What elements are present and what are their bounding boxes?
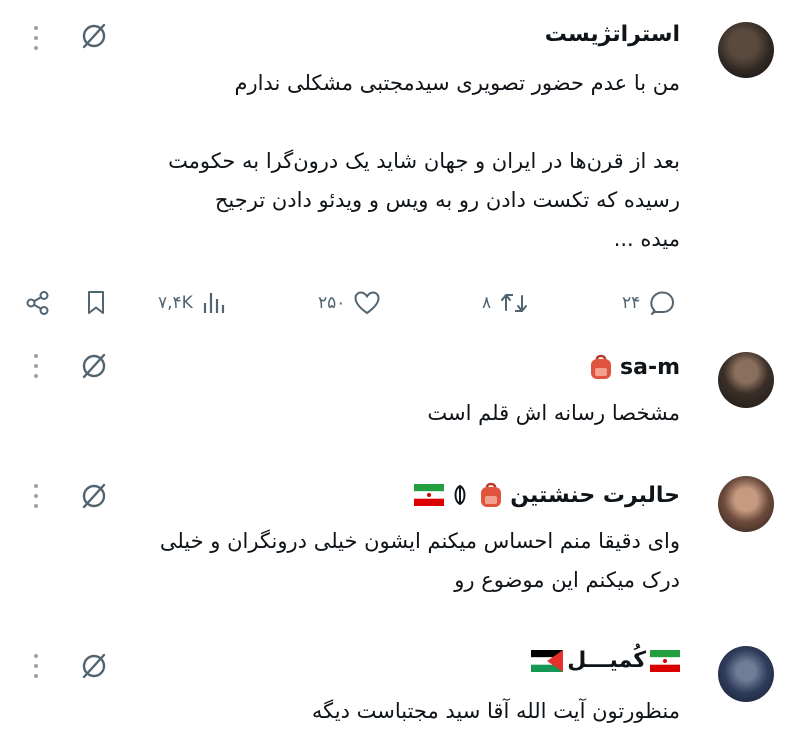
- grok-icon[interactable]: [78, 350, 110, 382]
- reply-button[interactable]: ۲۴: [622, 283, 676, 323]
- post-4[interactable]: کُمیـــل منظورتون آیت الله آقا سید مجتبا…: [0, 630, 800, 752]
- views-icon: [203, 293, 224, 313]
- text-line: رسیده که تکست دادن رو به ویس و ویدئو داد…: [214, 188, 680, 212]
- heart-icon: [354, 291, 380, 315]
- author-name[interactable]: استراتژیست: [545, 22, 680, 47]
- avatar[interactable]: [718, 646, 774, 702]
- views-button[interactable]: ۷,۴K: [158, 283, 227, 323]
- post-text: منظورتون آیت الله آقا سید مجتباست دیگه: [312, 692, 680, 731]
- repost-icon: [501, 294, 528, 312]
- repost-button[interactable]: ۸: [482, 283, 529, 323]
- text-line: بعد از قرن‌ها در ایران و جهان شاید یک در…: [168, 149, 680, 173]
- post-2[interactable]: sa-m مشخصا رسانه اش قلم است: [0, 338, 800, 448]
- bookmark-icon: [88, 291, 104, 314]
- grok-icon[interactable]: [78, 480, 110, 512]
- more-vertical-icon[interactable]: [26, 484, 46, 508]
- action-bar: ۷,۴K ۲۵۰ ۸ ۲۴: [0, 283, 800, 323]
- views-count: ۷,۴K: [158, 293, 193, 313]
- text-line: درک میکنم این موضوع رو: [454, 568, 680, 592]
- iran-flag-icon: [414, 484, 445, 506]
- reply-icon: [650, 291, 675, 315]
- text-line: من با عدم حضور تصویری سیدمجتبی مشکلی ندا…: [234, 71, 680, 95]
- more-vertical-icon[interactable]: [26, 26, 46, 50]
- author-name[interactable]: sa-m: [586, 352, 680, 382]
- post-3[interactable]: حالبرت حنشتین وای دقیقا منم احساس میکنم …: [0, 462, 800, 612]
- more-vertical-icon[interactable]: [26, 654, 46, 678]
- avatar[interactable]: [718, 22, 774, 78]
- bookmark-button[interactable]: [84, 283, 108, 323]
- avatar[interactable]: [718, 476, 774, 532]
- text-line: مشخصا رسانه اش قلم است: [427, 401, 680, 425]
- post-text: وای دقیقا منم احساس میکنم ایشون خیلی درو…: [160, 522, 680, 600]
- repost-count: ۸: [482, 293, 492, 313]
- grok-icon[interactable]: [78, 20, 110, 52]
- reply-count: ۲۴: [622, 293, 641, 313]
- iran-flag-icon: [650, 649, 680, 672]
- avatar[interactable]: [718, 352, 774, 408]
- text-line: منظورتون آیت الله آقا سید مجتباست دیگه: [311, 699, 680, 723]
- text-line: وای دقیقا منم احساس میکنم ایشون خیلی درو…: [159, 529, 680, 553]
- share-icon: [26, 291, 49, 315]
- emblem-icon: [454, 484, 466, 506]
- like-count: ۲۵۰: [318, 293, 346, 313]
- backpack-icon: [591, 354, 611, 379]
- post-text: مشخصا رسانه اش قلم است: [427, 394, 680, 433]
- like-button[interactable]: ۲۵۰: [318, 283, 381, 323]
- author-name[interactable]: کُمیـــل: [531, 648, 680, 673]
- more-vertical-icon[interactable]: [26, 354, 46, 378]
- author-name[interactable]: حالبرت حنشتین: [414, 480, 680, 510]
- reply-feed: استراتژیست من با عدم حضور تصویری سیدمجتب…: [0, 0, 800, 752]
- grok-icon[interactable]: [78, 650, 110, 682]
- backpack-icon: [481, 482, 502, 507]
- text-line: میده ...: [613, 227, 680, 251]
- post-text: من با عدم حضور تصویری سیدمجتبی مشکلی ندا…: [168, 64, 680, 259]
- palestine-flag-icon: [531, 649, 564, 672]
- share-button[interactable]: [24, 283, 52, 323]
- post-1[interactable]: استراتژیست من با عدم حضور تصویری سیدمجتب…: [0, 0, 800, 330]
